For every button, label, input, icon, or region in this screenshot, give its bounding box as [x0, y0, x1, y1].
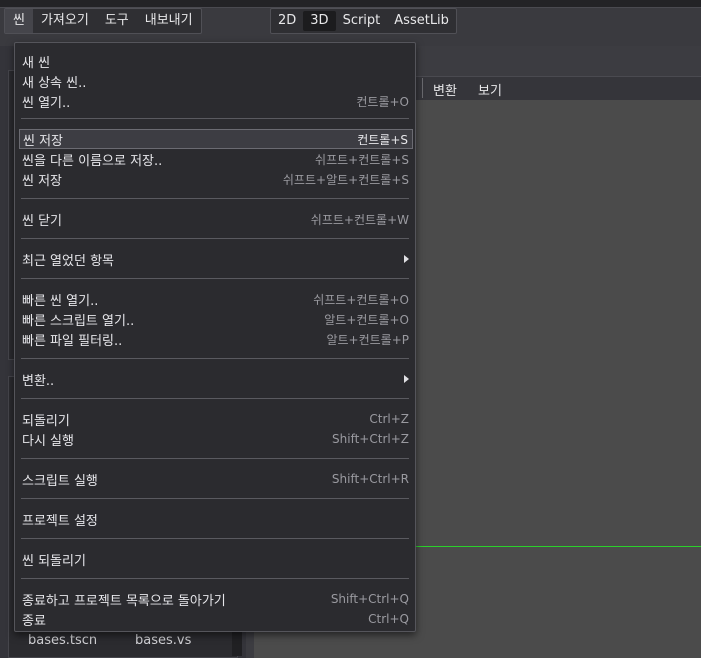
menu-item-save-scene-as[interactable]: 씬을 다른 이름으로 저장.. 쉬프트+컨트롤+S: [19, 149, 413, 169]
menu-import[interactable]: 가져오기: [33, 9, 97, 33]
menu-item-shortcut: Shift+Ctrl+Q: [330, 592, 409, 606]
window-titlebar: [0, 0, 701, 8]
menu-separator: [21, 578, 409, 579]
menu-item-recent[interactable]: 최근 열었던 항목: [19, 249, 413, 269]
menu-item-shortcut: 쉬프트+컨트롤+S: [315, 152, 409, 167]
menu-scene[interactable]: 씬: [5, 9, 33, 33]
menu-separator: [21, 198, 409, 199]
menu-separator: [21, 358, 409, 359]
menu-item-quick-filter-files[interactable]: 빠른 파일 필터링.. 알트+컨트롤+P: [19, 329, 413, 349]
menu-item-quit-to-project-list[interactable]: 종료하고 프로젝트 목록으로 돌아가기 Shift+Ctrl+Q: [19, 589, 413, 609]
menu-tools[interactable]: 도구: [97, 9, 137, 33]
menu-item-run-script[interactable]: 스크립트 실행 Shift+Ctrl+R: [19, 469, 413, 489]
menu-item-shortcut: 컨트롤+O: [356, 94, 409, 109]
menu-separator: [21, 498, 409, 499]
menu-item-close-scene[interactable]: 씬 닫기 쉬프트+컨트롤+W: [19, 209, 413, 229]
menu-item-convert[interactable]: 변환..: [19, 369, 413, 389]
menu-item-open-scene[interactable]: 씬 열기.. 컨트롤+O: [19, 91, 413, 111]
menu-item-new-scene[interactable]: 새 씬: [19, 51, 413, 71]
main-menubar: 씬 가져오기 도구 내보내기: [4, 8, 202, 34]
menu-item-new-inherited-scene[interactable]: 새 상속 씬..: [19, 71, 413, 91]
menu-item-project-settings[interactable]: 프로젝트 설정: [19, 509, 413, 529]
menu-item-shortcut: 쉬프트+컨트롤+W: [310, 212, 409, 227]
menu-item-quick-open-scene[interactable]: 빠른 씬 열기.. 쉬프트+컨트롤+O: [19, 289, 413, 309]
menu-item-label: 씬 되돌리기: [22, 553, 86, 569]
menu-item-label: 새 씬: [22, 55, 51, 71]
menu-item-label: 스크립트 실행: [22, 473, 98, 489]
menu-separator: [21, 398, 409, 399]
scene-menu-dropdown: 새 씬 새 상속 씬.. 씬 열기.. 컨트롤+O 씬 저장 컨트롤+S 씬을 다른…: [14, 42, 416, 632]
menu-item-label: 최근 열었던 항목: [22, 253, 114, 269]
menu-item-label: 씬 열기..: [22, 95, 71, 111]
menu-item-label: 새 상속 씬..: [22, 75, 87, 91]
menu-item-save-all-scenes[interactable]: 씬 저장 쉬프트+알트+컨트롤+S: [19, 169, 413, 189]
menu-item-shortcut: Shift+Ctrl+R: [331, 472, 409, 486]
menu-item-shortcut: 쉬프트+알트+컨트롤+S: [282, 172, 409, 187]
menu-item-label: 되돌리기: [22, 413, 70, 429]
menu-item-label: 종료하고 프로젝트 목록으로 돌아가기: [22, 593, 226, 609]
menu-item-shortcut: Shift+Ctrl+Z: [332, 432, 409, 446]
menu-item-shortcut: 쉬프트+컨트롤+O: [313, 292, 409, 307]
menu-item-shortcut: Ctrl+Z: [369, 412, 409, 426]
file-item[interactable]: bases.tscn: [28, 633, 97, 648]
tab-3d[interactable]: 3D: [303, 11, 336, 31]
menu-separator: [21, 278, 409, 279]
menu-item-quick-open-script[interactable]: 빠른 스크립트 열기.. 알트+컨트롤+O: [19, 309, 413, 329]
view-menu[interactable]: 보기: [478, 80, 502, 99]
tab-2d[interactable]: 2D: [271, 9, 303, 33]
menu-item-save-scene[interactable]: 씬 저장 컨트롤+S: [19, 129, 413, 149]
menu-item-label: 빠른 씬 열기..: [22, 293, 99, 309]
menu-item-label: 빠른 파일 필터링..: [22, 333, 123, 349]
menu-item-label: 씬을 다른 이름으로 저장..: [22, 153, 163, 169]
menu-item-shortcut: 알트+컨트롤+P: [326, 332, 409, 347]
menu-item-label: 프로젝트 설정: [22, 513, 98, 529]
menu-item-label: 씬 저장: [23, 133, 64, 149]
menu-item-shortcut: 컨트롤+S: [357, 132, 408, 147]
menu-separator: [21, 238, 409, 239]
submenu-arrow-icon: [404, 375, 409, 383]
menu-separator: [21, 538, 409, 539]
menu-item-undo[interactable]: 되돌리기 Ctrl+Z: [19, 409, 413, 429]
menu-item-label: 종료: [22, 613, 46, 629]
menu-item-label: 다시 실행: [22, 433, 74, 449]
tab-assetlib[interactable]: AssetLib: [387, 9, 456, 33]
menu-item-revert-scene[interactable]: 씬 되돌리기: [19, 549, 413, 569]
file-item[interactable]: bases.vs: [135, 633, 191, 648]
transform-menu[interactable]: 변환: [433, 80, 457, 99]
menu-item-shortcut: Ctrl+Q: [368, 612, 409, 626]
menu-export[interactable]: 내보내기: [137, 9, 201, 33]
menu-item-label: 변환..: [22, 373, 55, 389]
workspace-tabs: 2D 3D Script AssetLib: [270, 8, 457, 34]
menu-item-quit[interactable]: 종료 Ctrl+Q: [19, 609, 413, 629]
menu-item-redo[interactable]: 다시 실행 Shift+Ctrl+Z: [19, 429, 413, 449]
toolbar-divider: [422, 78, 423, 98]
submenu-arrow-icon: [404, 255, 409, 263]
menu-item-label: 빠른 스크립트 열기..: [22, 313, 135, 329]
menu-separator: [21, 458, 409, 459]
menu-item-label: 씬 닫기: [22, 213, 63, 229]
menu-separator: [21, 118, 409, 119]
menu-item-shortcut: 알트+컨트롤+O: [324, 312, 409, 327]
menu-item-label: 씬 저장: [22, 173, 63, 189]
tab-script[interactable]: Script: [336, 9, 388, 33]
